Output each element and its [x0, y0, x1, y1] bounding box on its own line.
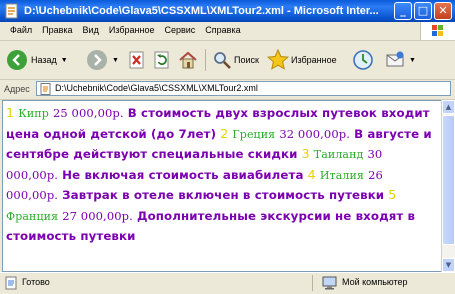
tour-number: 4 — [307, 166, 316, 182]
menu-help[interactable]: Справка — [205, 25, 240, 35]
menu-view[interactable]: Вид — [83, 25, 99, 35]
back-arrow-icon — [7, 50, 27, 70]
stop-button[interactable] — [127, 47, 147, 73]
refresh-icon — [154, 51, 169, 69]
tour-price: 25 000,00р. — [52, 106, 124, 120]
status-text: Готово — [22, 277, 50, 287]
menu-tools[interactable]: Сервис — [164, 25, 195, 35]
favorites-button[interactable]: Избранное — [267, 47, 337, 73]
menu-bar: Файл Правка Вид Избранное Сервис Справка — [0, 22, 455, 41]
address-bar: Адрес D:\Uchebnik\Code\Glava5\CSSXML\XML… — [0, 80, 455, 100]
status-bar: Готово Мой компьютер — [0, 272, 455, 294]
scroll-up-arrow-icon[interactable]: ▲ — [442, 100, 455, 114]
windows-logo — [420, 22, 455, 40]
tour-place: Франция — [6, 209, 59, 223]
forward-button[interactable]: ▼ — [86, 47, 119, 73]
page-done-icon — [5, 276, 17, 290]
scroll-down-arrow-icon[interactable]: ▼ — [442, 258, 455, 272]
zone-label: Мой компьютер — [342, 277, 408, 287]
status-separator — [312, 275, 313, 291]
address-input[interactable]: D:\Uchebnik\Code\Glava5\CSSXML\XMLTour2.… — [36, 81, 451, 96]
chevron-down-icon[interactable]: ▼ — [112, 57, 119, 64]
tour-description: Не включая стоимость авиабилета — [62, 167, 304, 182]
history-icon — [353, 50, 373, 70]
forward-arrow-icon — [87, 50, 107, 70]
minimize-button[interactable]: _ — [394, 2, 412, 20]
menu-file[interactable]: Файл — [10, 25, 32, 35]
document-view: 1 Кипр 25 000,00р. В стоимость двух взро… — [2, 100, 442, 272]
close-button[interactable]: ✕ — [434, 2, 452, 20]
my-computer-icon — [322, 276, 337, 290]
mail-button[interactable]: ▼ — [384, 47, 416, 73]
chevron-down-icon[interactable]: ▼ — [409, 57, 416, 64]
toolbar-separator — [205, 49, 206, 71]
tour-price: 32 000,00р. — [279, 126, 350, 141]
favorites-label: Избранное — [291, 55, 337, 65]
search-label: Поиск — [234, 55, 259, 65]
tour-place: Греция — [232, 127, 276, 141]
refresh-button[interactable] — [152, 47, 172, 73]
toolbar: Назад ▼ ▼ Поиск Избранное ▼ — [0, 41, 455, 80]
tour-number: 2 — [220, 125, 229, 141]
mail-icon — [386, 51, 404, 67]
tour-description: Завтрак в отеле включен в стоимость путе… — [62, 188, 385, 202]
tour-number: 1 — [6, 105, 15, 120]
home-button[interactable] — [177, 47, 199, 73]
tour-price: 27 000,00р. — [62, 208, 133, 223]
scroll-thumb[interactable] — [442, 115, 455, 245]
maximize-button[interactable]: □ — [414, 2, 432, 20]
menu-favorites[interactable]: Избранное — [109, 25, 155, 35]
tour-number: 5 — [388, 187, 397, 202]
xml-document-icon — [5, 3, 18, 19]
window-title: D:\Uchebnik\Code\Glava5\CSSXML\XMLTour2.… — [24, 5, 379, 17]
title-bar: D:\Uchebnik\Code\Glava5\CSSXML\XMLTour2.… — [0, 0, 455, 22]
chevron-down-icon[interactable]: ▼ — [61, 57, 68, 64]
back-label: Назад — [31, 55, 57, 65]
back-button[interactable]: Назад ▼ — [6, 47, 68, 73]
page-icon — [40, 83, 51, 95]
tour-list: 1 Кипр 25 000,00р. В стоимость двух взро… — [6, 103, 436, 247]
vertical-scrollbar[interactable]: ▲ ▼ — [441, 100, 455, 272]
stop-icon — [129, 51, 144, 69]
star-icon — [267, 49, 289, 70]
search-icon — [214, 52, 231, 69]
tour-place: Кипр — [18, 107, 49, 120]
menu-edit[interactable]: Правка — [42, 25, 72, 35]
tour-place: Италия — [319, 168, 364, 182]
home-icon — [179, 51, 197, 69]
address-url: D:\Uchebnik\Code\Glava5\CSSXML\XMLTour2.… — [55, 83, 258, 93]
tour-number: 3 — [301, 146, 310, 161]
history-button[interactable] — [352, 47, 374, 73]
search-button[interactable]: Поиск — [212, 47, 259, 73]
address-label: Адрес — [4, 84, 30, 94]
tour-place: Таиланд — [313, 148, 364, 161]
